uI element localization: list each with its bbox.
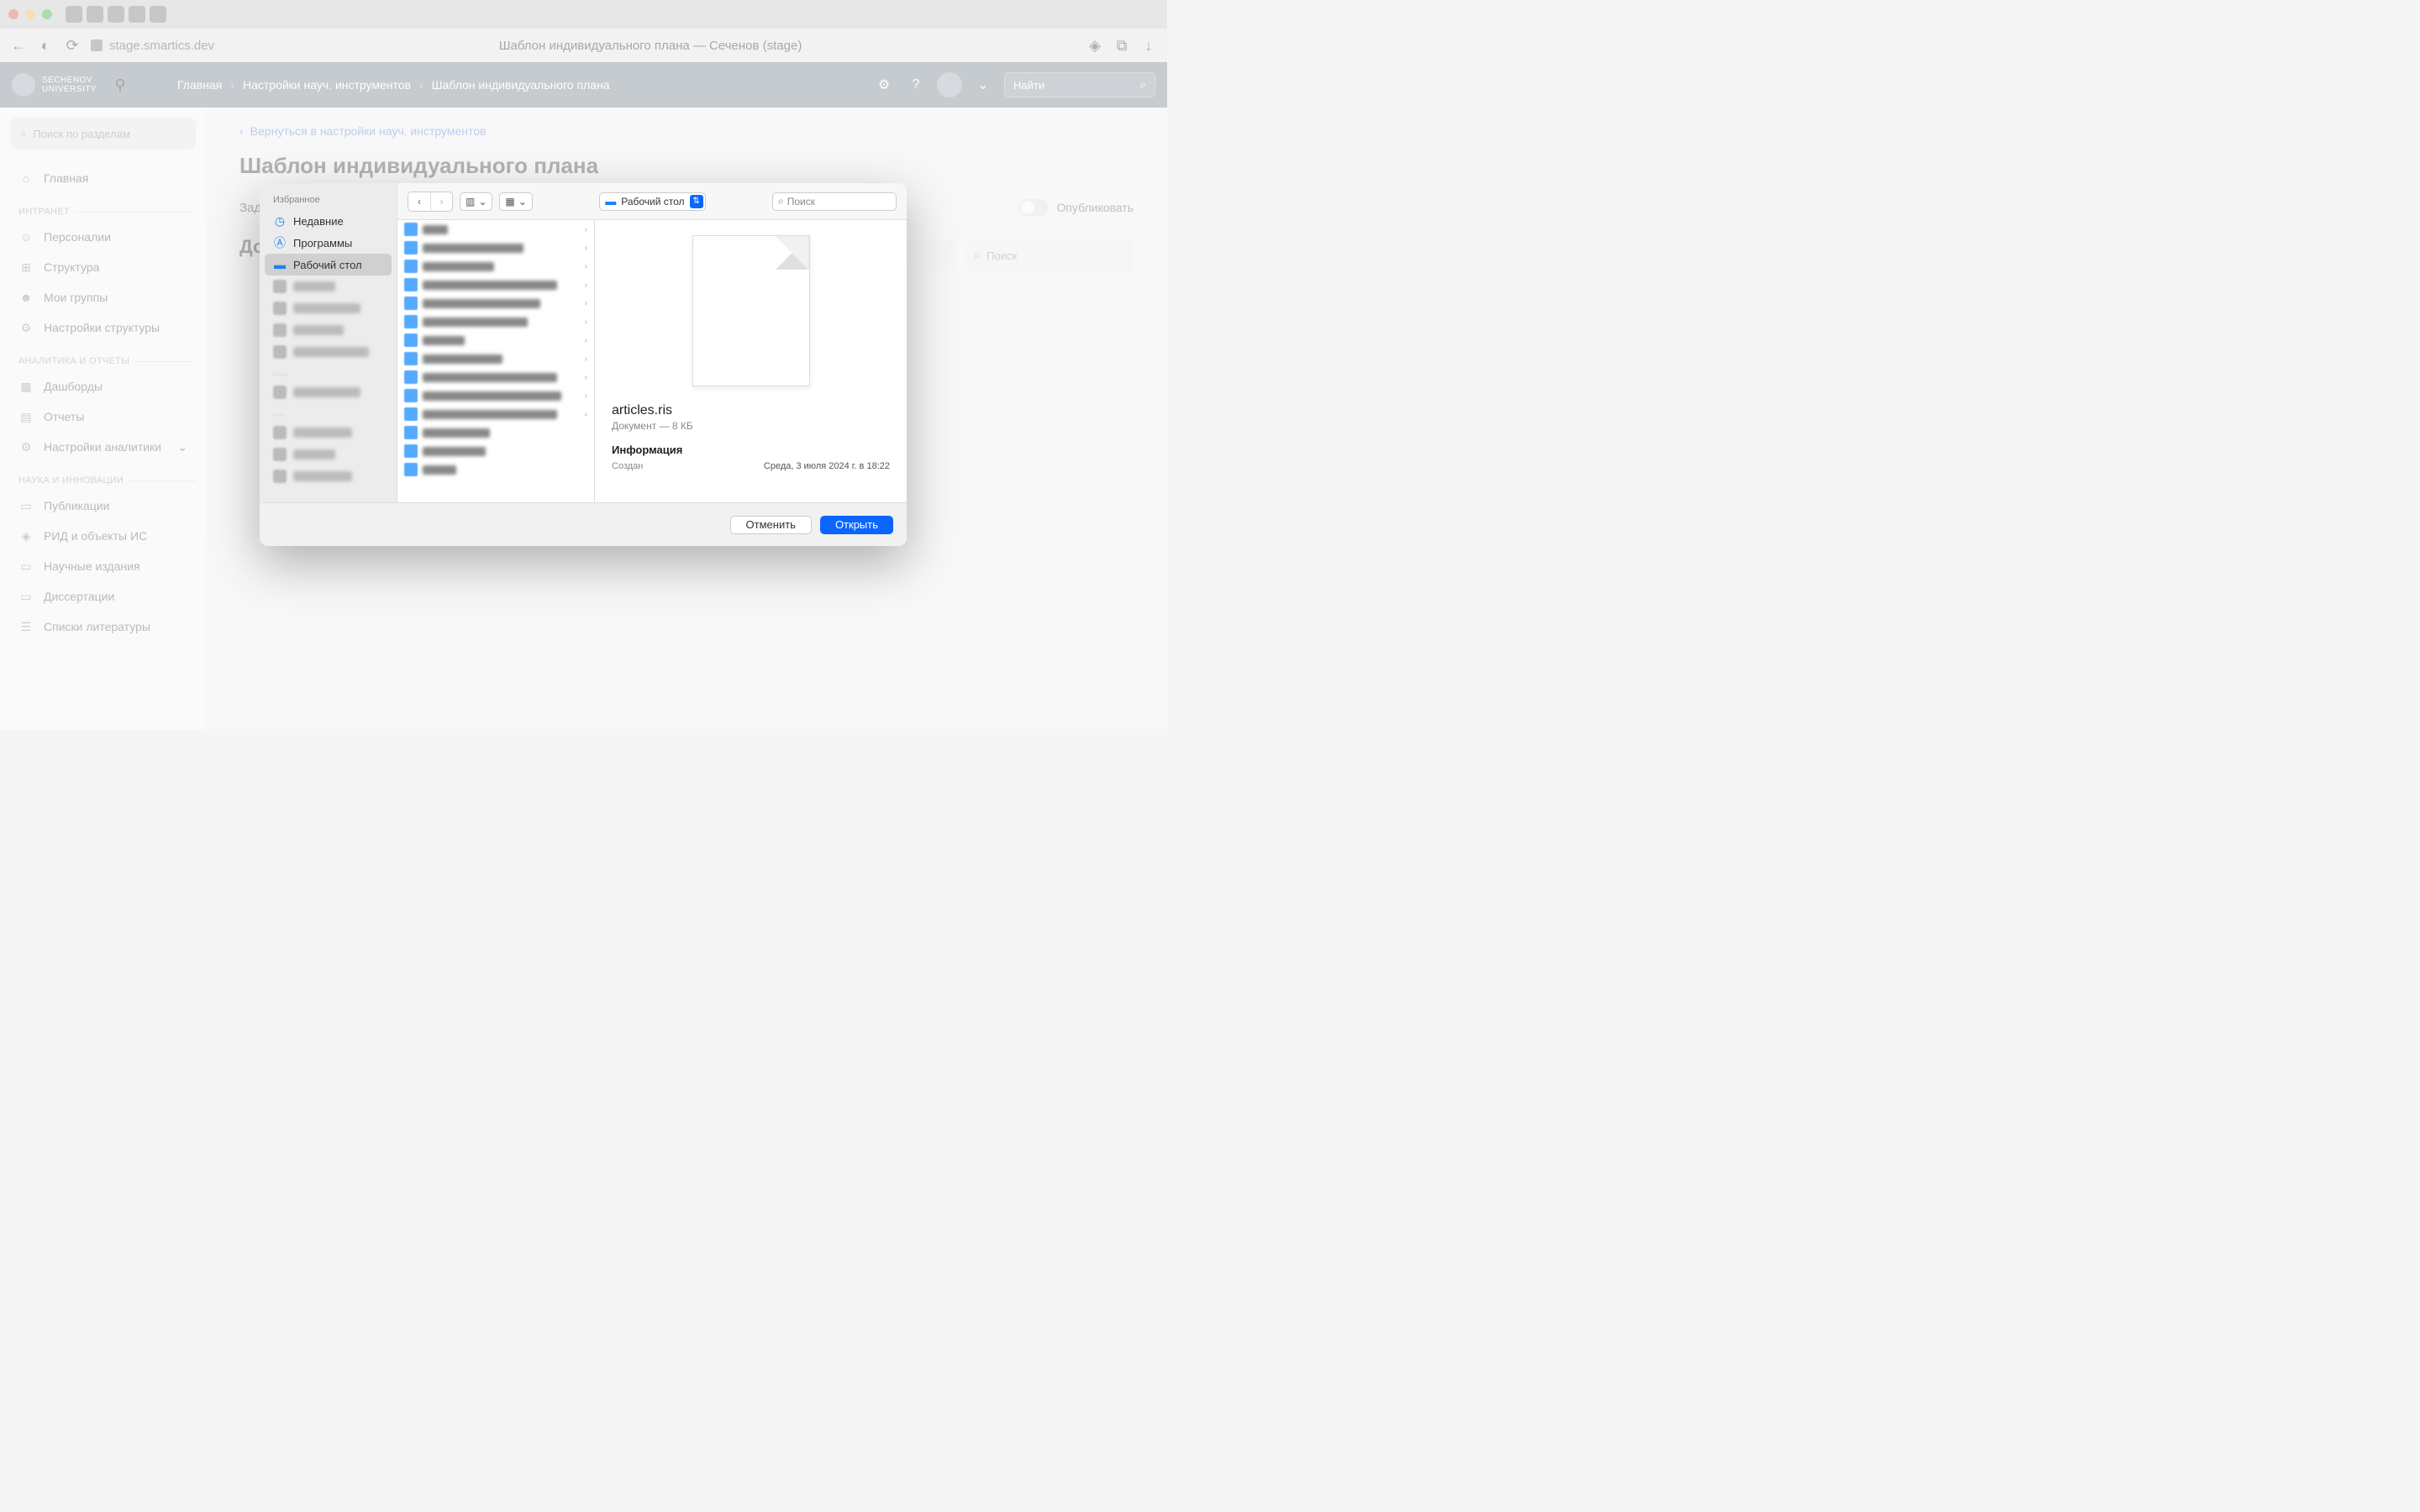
dialog-toolbar: ‹ › ▥⌄ ▦⌄ ▬ Рабочий стол ⇅ ⌕ Поиск (397, 183, 907, 220)
sidebar-blurred-item[interactable] (265, 465, 392, 487)
sidebar-blurred-item[interactable] (265, 381, 392, 403)
chevron-right-icon: › (585, 262, 587, 271)
chevron-down-icon: ⌄ (518, 196, 527, 207)
folder-icon (404, 407, 418, 421)
nav-group: ‹ › (408, 192, 453, 212)
dropdown-icon: ⇅ (690, 195, 703, 208)
sidebar-blurred-section: ····· (265, 363, 392, 381)
file-row[interactable]: › (397, 349, 594, 368)
created-label: Создан (612, 461, 643, 471)
preview-column: articles.ris Документ — 8 КБ Информация … (595, 220, 907, 502)
chevron-right-icon: › (585, 225, 587, 234)
applications-icon: Ⓐ (273, 236, 287, 249)
preview-filename: articles.ris (612, 403, 890, 418)
search-placeholder: Поиск (787, 196, 815, 207)
file-row[interactable]: › (397, 386, 594, 405)
search-icon: ⌕ (778, 195, 784, 207)
file-row[interactable]: › (397, 312, 594, 331)
nav-forward-button[interactable]: › (430, 192, 452, 211)
dialog-sidebar: Избранное ◷ Недавние Ⓐ Программы ▬ Рабоч… (260, 183, 397, 502)
folder-icon (404, 333, 418, 347)
fav-label: Программы (293, 237, 352, 249)
file-icon (404, 463, 418, 476)
chevron-right-icon: › (585, 373, 587, 382)
file-open-dialog[interactable]: Избранное ◷ Недавние Ⓐ Программы ▬ Рабоч… (260, 183, 907, 546)
created-value: Среда, 3 июля 2024 г. в 18:22 (764, 461, 890, 471)
chevron-right-icon: › (585, 336, 587, 345)
file-row[interactable]: › (397, 220, 594, 239)
folder-icon (404, 315, 418, 328)
folder-icon (404, 278, 418, 291)
sidebar-blurred-item[interactable] (265, 297, 392, 319)
chevron-right-icon: › (585, 354, 587, 364)
chevron-right-icon: › (585, 299, 587, 308)
dialog-footer: Отменить Открыть (260, 502, 907, 546)
group-mode-select[interactable]: ▦⌄ (499, 192, 532, 211)
folder-icon (404, 389, 418, 402)
file-icon (404, 426, 418, 439)
sidebar-blurred-item[interactable] (265, 444, 392, 465)
file-row[interactable] (397, 423, 594, 442)
preview-meta: Документ — 8 КБ (612, 420, 890, 432)
folder-icon (404, 297, 418, 310)
sidebar-blurred-item[interactable] (265, 276, 392, 297)
file-row[interactable]: › (397, 405, 594, 423)
folder-icon (404, 223, 418, 236)
file-row[interactable]: › (397, 368, 594, 386)
location-label: Рабочий стол (621, 196, 684, 207)
chevron-right-icon: › (585, 318, 587, 327)
file-list-column[interactable]: › › › › › › › › › › › (397, 220, 595, 502)
file-row[interactable] (397, 460, 594, 479)
sidebar-desktop[interactable]: ▬ Рабочий стол (265, 254, 392, 276)
fav-label: Рабочий стол (293, 259, 362, 271)
location-select[interactable]: ▬ Рабочий стол ⇅ (599, 192, 705, 211)
view-mode-select[interactable]: ▥⌄ (460, 192, 492, 211)
file-row[interactable]: › (397, 276, 594, 294)
file-row[interactable]: › (397, 331, 594, 349)
document-preview-icon (692, 235, 810, 386)
cancel-button[interactable]: Отменить (730, 516, 812, 534)
folder-icon (404, 260, 418, 273)
sidebar-applications[interactable]: Ⓐ Программы (265, 232, 392, 254)
file-row[interactable]: › (397, 239, 594, 257)
nav-back-button[interactable]: ‹ (408, 192, 430, 211)
fav-label: Недавние (293, 215, 344, 228)
preview-info-header: Информация (612, 444, 890, 456)
sidebar-blurred-item[interactable] (265, 422, 392, 444)
sidebar-recents[interactable]: ◷ Недавние (265, 210, 392, 232)
chevron-right-icon: › (585, 244, 587, 253)
open-button[interactable]: Открыть (820, 516, 893, 534)
clock-icon: ◷ (273, 214, 287, 228)
columns-icon: ▥ (466, 196, 475, 207)
chevron-right-icon: › (585, 281, 587, 290)
folder-icon (404, 241, 418, 255)
dialog-search[interactable]: ⌕ Поиск (772, 192, 897, 211)
grid-icon: ▦ (505, 196, 514, 207)
sidebar-blurred-section: ···· (265, 403, 392, 422)
file-row[interactable]: › (397, 257, 594, 276)
chevron-right-icon: › (585, 391, 587, 401)
folder-icon: ▬ (273, 258, 287, 271)
chevron-down-icon: ⌄ (478, 196, 487, 207)
folder-icon (404, 352, 418, 365)
sidebar-blurred-item[interactable] (265, 319, 392, 341)
file-row[interactable]: › (397, 294, 594, 312)
sidebar-blurred-item[interactable] (265, 341, 392, 363)
chevron-right-icon: › (585, 410, 587, 419)
folder-icon (404, 370, 418, 384)
file-row[interactable] (397, 442, 594, 460)
favorites-header: Избранное (265, 192, 392, 208)
file-icon (404, 444, 418, 458)
folder-icon: ▬ (605, 195, 616, 207)
